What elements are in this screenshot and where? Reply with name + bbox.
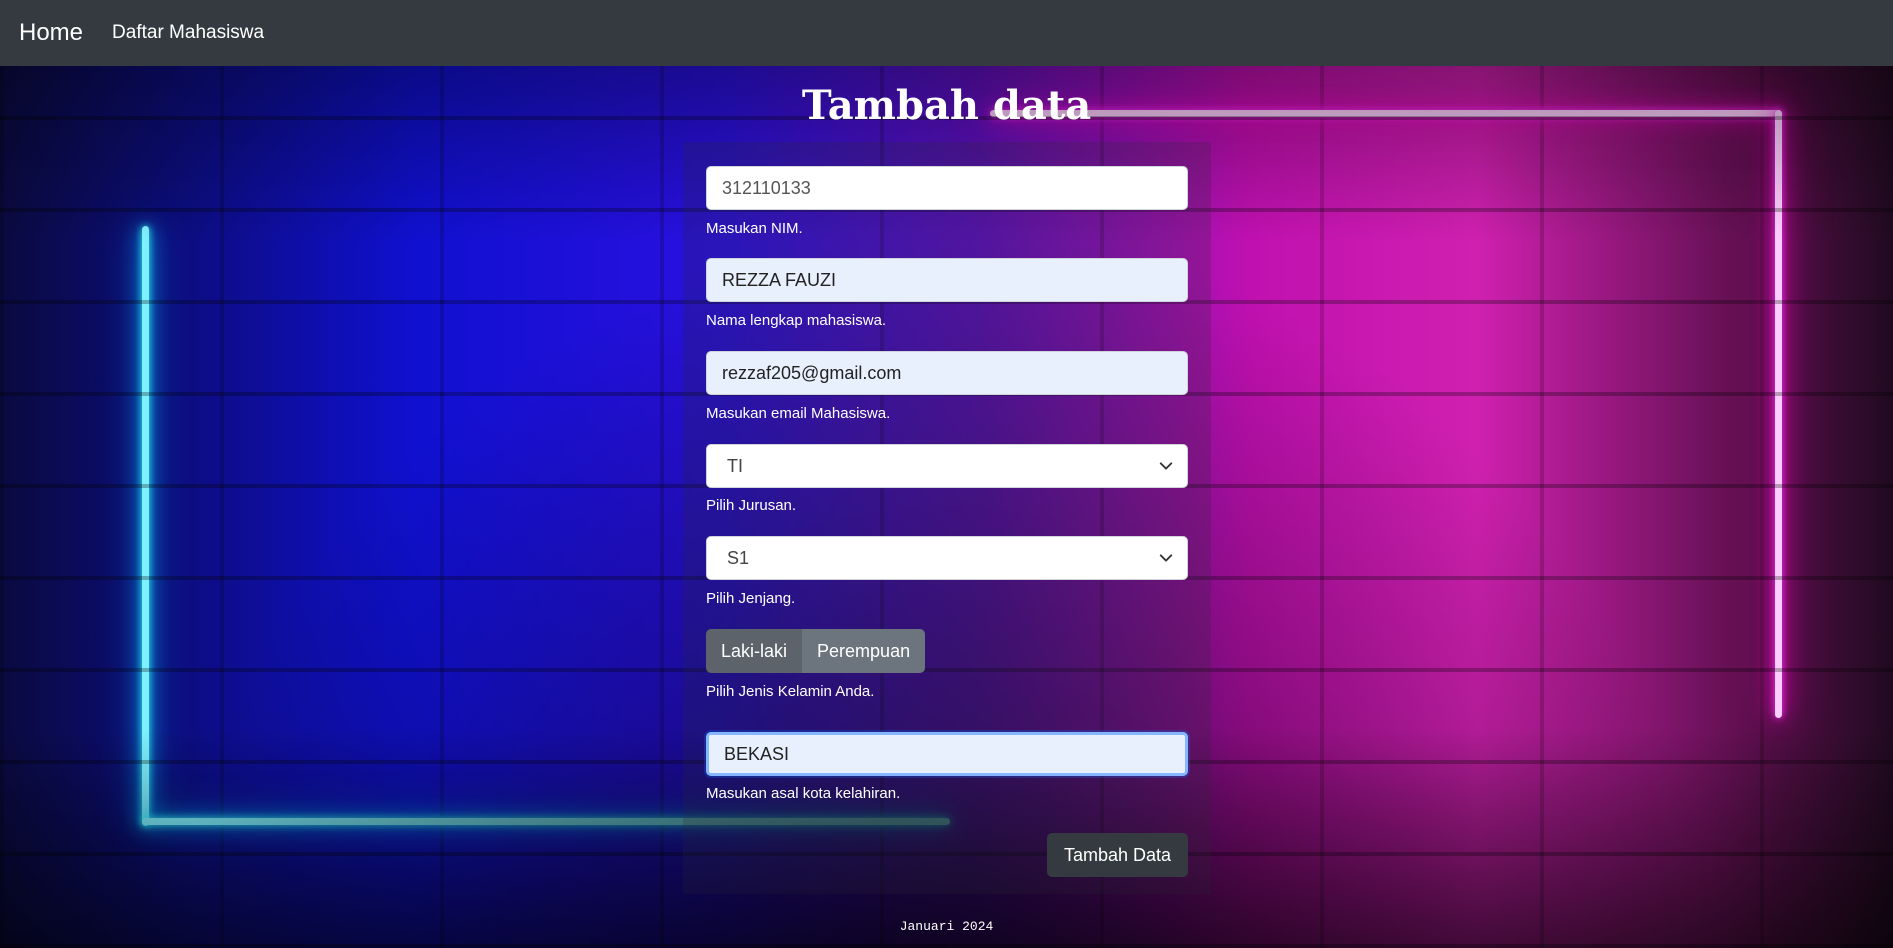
nim-help: Masukan NIM. bbox=[706, 220, 803, 237]
nama-value: REZZA FAUZI bbox=[722, 269, 837, 290]
page-title: Tambah data bbox=[801, 82, 1092, 129]
nav-link-daftar-mahasiswa[interactable]: Daftar Mahasiswa bbox=[112, 22, 264, 44]
kota-value: BEKASI bbox=[724, 743, 790, 764]
nim-value: 312110133 bbox=[722, 177, 811, 198]
form-panel bbox=[683, 142, 1211, 894]
gender-perempuan-button[interactable]: Perempuan bbox=[802, 629, 926, 673]
jurusan-help: Pilih Jurusan. bbox=[706, 497, 797, 514]
nim-input[interactable]: 312110133 bbox=[706, 166, 1188, 210]
jenjang-selected: S1 bbox=[727, 547, 750, 568]
kota-input[interactable]: BEKASI bbox=[706, 732, 1188, 776]
gender-laki-laki-button[interactable]: Laki-laki bbox=[706, 629, 803, 673]
email-value: rezzaf205@gmail.com bbox=[722, 362, 902, 383]
footer-text: Januari 2024 bbox=[899, 919, 994, 934]
jenjang-select[interactable]: S1 bbox=[706, 536, 1188, 580]
neon-cyan-vertical bbox=[142, 226, 149, 826]
jurusan-select[interactable]: TI bbox=[706, 444, 1188, 488]
chevron-down-icon bbox=[1159, 462, 1173, 470]
email-input[interactable]: rezzaf205@gmail.com bbox=[706, 351, 1188, 395]
neon-pink-vertical bbox=[1775, 110, 1782, 718]
tambah-data-button[interactable]: Tambah Data bbox=[1047, 833, 1188, 877]
jurusan-selected: TI bbox=[727, 455, 743, 476]
home-link[interactable]: Home bbox=[19, 19, 83, 47]
chevron-down-icon bbox=[1159, 554, 1173, 562]
nama-input[interactable]: REZZA FAUZI bbox=[706, 258, 1188, 302]
email-help: Masukan email Mahasiswa. bbox=[706, 405, 891, 422]
navbar: Home Daftar Mahasiswa bbox=[0, 0, 1893, 66]
nama-help: Nama lengkap mahasiswa. bbox=[706, 312, 887, 329]
jenjang-help: Pilih Jenjang. bbox=[706, 590, 796, 607]
kota-help: Masukan asal kota kelahiran. bbox=[706, 785, 901, 802]
gender-help: Pilih Jenis Kelamin Anda. bbox=[706, 683, 875, 700]
gender-button-group: Laki-laki Perempuan bbox=[706, 629, 926, 673]
